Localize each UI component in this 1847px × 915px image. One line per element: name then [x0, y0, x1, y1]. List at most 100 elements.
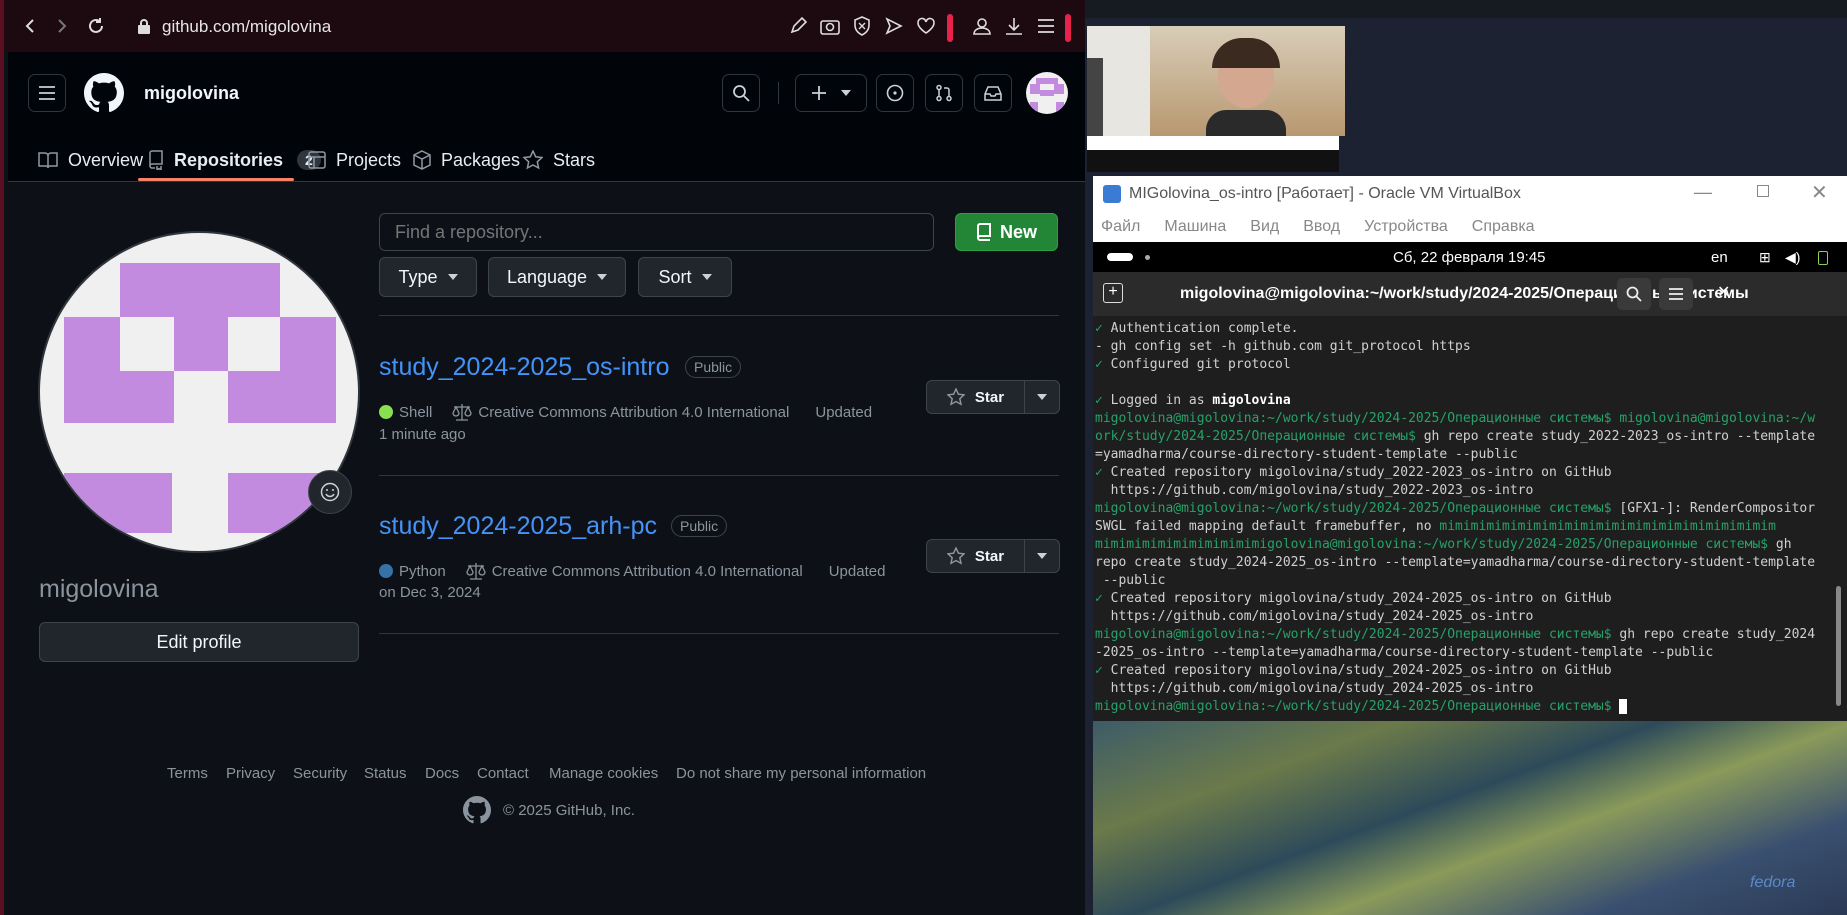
terminal-line-prefix: ✓ — [1095, 393, 1111, 408]
top-strip — [1085, 0, 1847, 18]
browser-window: github.com/migolovina migolovina Overvie… — [0, 0, 1089, 915]
menu-icon[interactable] — [1034, 14, 1058, 38]
terminal-line: migolovina@migolovina:~/work/study/2024-… — [1095, 500, 1831, 518]
header-username[interactable]: migolovina — [144, 83, 239, 104]
terminal-line-text: gh repo create study_2024 — [1619, 627, 1816, 642]
repo-search-input[interactable] — [379, 213, 934, 251]
active-tab-indicator — [138, 178, 294, 181]
footer-link-terms[interactable]: Terms — [167, 765, 208, 782]
tab-projects[interactable]: Projects — [308, 138, 401, 182]
new-repo-button[interactable]: New — [955, 213, 1058, 251]
shield-icon[interactable] — [850, 14, 874, 38]
terminal-scrollbar[interactable] — [1836, 586, 1841, 706]
edit-profile-button[interactable]: Edit profile — [39, 622, 359, 662]
repo-name-link[interactable]: study_2024-2025_arh-pc — [379, 512, 657, 541]
type-filter-button[interactable]: Type — [379, 257, 477, 297]
terminal-line-prefix: migolovina@migolovina:~/work/study/2024-… — [1095, 411, 1620, 426]
minimize-icon[interactable]: — — [1694, 182, 1712, 203]
language-color-dot — [379, 405, 393, 419]
terminal-search-icon[interactable] — [1617, 278, 1651, 310]
github-logo-icon[interactable] — [84, 73, 124, 118]
inbox-icon[interactable] — [974, 74, 1012, 112]
tab-packages[interactable]: Packages — [413, 138, 520, 182]
terminal-line-text: -2025_os-intro --template=yamadharma/cou… — [1095, 645, 1714, 660]
tab-repositories[interactable]: Repositories 2 — [148, 138, 321, 182]
smiley-icon[interactable] — [308, 470, 352, 514]
terminal-line: =yamadharma/course-directory-student-tem… — [1095, 446, 1831, 464]
reload-icon[interactable] — [82, 12, 110, 40]
terminal-line-text: --public — [1095, 573, 1166, 588]
terminal-output[interactable]: ✓ Authentication complete. - gh config se… — [1093, 316, 1833, 721]
webcam-window-thumbnail[interactable] — [1087, 26, 1345, 172]
star-button[interactable]: Star — [926, 539, 1060, 573]
repo-icon — [149, 150, 163, 170]
terminal-line-text: Created repository migolovina/study_2024… — [1110, 663, 1612, 678]
terminal-line: repo create study_2024-2025_os-intro --t… — [1095, 554, 1831, 572]
terminal-close-icon[interactable]: ✕ — [1717, 282, 1730, 302]
star-label: Star — [974, 388, 1005, 406]
repo-name-link[interactable]: study_2024-2025_os-intro — [379, 353, 669, 382]
tab-label: Stars — [553, 149, 596, 170]
camera-icon[interactable] — [818, 14, 842, 38]
menu-item-devices[interactable]: Устройства — [1364, 218, 1448, 236]
clock[interactable]: Сб, 22 февраля 19:45 — [1393, 249, 1546, 266]
terminal-line: migolovina@migolovina:~/work/study/2024-… — [1095, 626, 1831, 644]
sort-filter-button[interactable]: Sort — [638, 257, 732, 297]
send-icon[interactable] — [882, 14, 906, 38]
keyboard-layout[interactable]: en — [1711, 249, 1728, 266]
star-dropdown[interactable] — [1025, 540, 1059, 572]
tab-label: Overview — [68, 149, 144, 170]
edit-icon[interactable] — [786, 14, 810, 38]
account-icon[interactable] — [970, 14, 994, 38]
wallpaper — [1093, 715, 1847, 915]
pull-requests-icon[interactable] — [925, 74, 963, 112]
terminal-line-prefix: ✓ — [1095, 591, 1111, 606]
tab-label: Repositories — [174, 149, 284, 170]
footer-link-contact[interactable]: Contact — [477, 765, 529, 782]
menu-item-file[interactable]: Файл — [1101, 218, 1140, 236]
back-icon[interactable] — [16, 12, 44, 40]
footer-link-cookies[interactable]: Manage cookies — [549, 765, 658, 782]
lock-icon — [130, 12, 158, 40]
star-dropdown[interactable] — [1025, 381, 1059, 413]
search-icon[interactable] — [722, 74, 760, 112]
terminal-line-text: SWGL failed mapping default framebuffer,… — [1095, 519, 1440, 534]
virtualbox-window: MIGolovina_os-intro [Работает] - Oracle … — [1093, 176, 1847, 721]
tab-overview[interactable]: Overview — [38, 138, 143, 182]
volume-icon[interactable]: ◀) — [1785, 249, 1800, 266]
footer-link-privacy[interactable]: Privacy — [226, 765, 275, 782]
footer-link-privacy-choice[interactable]: Do not share my personal information — [676, 765, 926, 782]
hamburger-icon[interactable] — [28, 74, 66, 112]
footer-link-security[interactable]: Security — [293, 765, 347, 782]
issues-icon[interactable] — [876, 74, 914, 112]
terminal-line: -2025_os-intro --template=yamadharma/cou… — [1095, 644, 1831, 662]
menu-item-input[interactable]: Ввод — [1303, 218, 1340, 236]
terminal-line: ✓ Created repository migolovina/study_20… — [1095, 464, 1831, 482]
forward-icon[interactable] — [48, 12, 76, 40]
terminal-line-prefix: migolovina@migolovina:~/work/study/2024-… — [1095, 627, 1620, 642]
url-text[interactable]: github.com/migolovina — [162, 17, 331, 37]
footer-link-status[interactable]: Status — [364, 765, 407, 782]
github-footer-logo-icon[interactable] — [463, 796, 491, 829]
download-icon[interactable] — [1002, 14, 1026, 38]
activities-indicator[interactable] — [1107, 253, 1133, 261]
menu-item-machine[interactable]: Машина — [1164, 218, 1226, 236]
terminal-line-prefix: migolovina@migolovina:~/work/study/2024-… — [1095, 699, 1620, 714]
new-tab-icon[interactable]: + — [1103, 283, 1123, 303]
menu-item-help[interactable]: Справка — [1472, 218, 1535, 236]
language-filter-button[interactable]: Language — [488, 257, 626, 297]
network-icon[interactable]: ⊞ — [1759, 249, 1771, 266]
menu-item-view[interactable]: Вид — [1250, 218, 1279, 236]
visibility-badge: Public — [685, 356, 742, 378]
language-color-dot — [379, 564, 393, 578]
terminal-line-text: gh — [1775, 537, 1792, 552]
avatar[interactable] — [1026, 72, 1068, 114]
maximize-icon[interactable] — [1757, 185, 1769, 197]
footer-link-docs[interactable]: Docs — [425, 765, 459, 782]
tab-stars[interactable]: Stars — [523, 138, 595, 182]
close-icon[interactable]: ✕ — [1811, 180, 1828, 205]
heart-icon[interactable] — [914, 14, 938, 38]
terminal-menu-icon[interactable] — [1659, 278, 1693, 310]
star-button[interactable]: Star — [926, 380, 1060, 414]
create-new-button[interactable] — [795, 74, 867, 112]
